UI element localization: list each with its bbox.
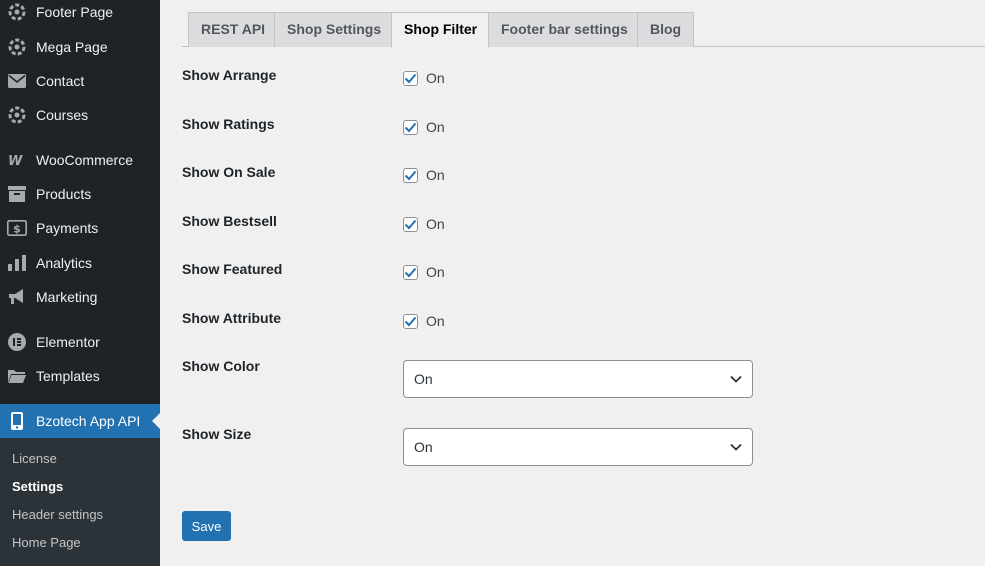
checkmark-icon: [404, 122, 417, 132]
select-value: On: [414, 439, 433, 455]
svg-text:W: W: [8, 154, 23, 167]
checkmark-icon: [404, 267, 417, 277]
checkbox-label: On: [426, 70, 445, 86]
mobile-phone-icon: [7, 411, 27, 431]
folder-icon: [7, 366, 27, 386]
menu-item-contact[interactable]: Contact: [0, 64, 160, 98]
menu-label: Payments: [36, 220, 99, 236]
checkbox-box[interactable]: [403, 119, 418, 135]
checkbox-box[interactable]: [403, 70, 418, 86]
settings-tabs: REST API Shop Settings Shop Filter Foote…: [182, 0, 985, 48]
menu-item-marketing[interactable]: Marketing: [0, 280, 160, 314]
menu-label: Footer Page: [36, 4, 114, 20]
menu-label: Elementor: [36, 334, 100, 350]
label-show-arrange: Show Arrange: [182, 67, 277, 83]
checkbox-box[interactable]: [403, 264, 418, 280]
gear-cluster-icon: [7, 37, 27, 57]
bar-chart-icon: [7, 253, 27, 273]
checkbox-label: On: [426, 119, 445, 135]
checkbox-show-featured[interactable]: On: [403, 264, 445, 280]
label-show-color: Show Color: [182, 358, 260, 374]
chevron-down-icon: [730, 443, 742, 451]
checkbox-label: On: [426, 216, 445, 232]
label-show-size: Show Size: [182, 426, 252, 442]
menu-item-mega-page[interactable]: Mega Page: [0, 30, 160, 64]
dollar-card-icon: $: [7, 218, 27, 238]
select-show-color[interactable]: On: [403, 360, 753, 398]
submenu-item-license[interactable]: License: [0, 445, 160, 473]
checkbox-box[interactable]: [403, 313, 418, 329]
menu-item-templates[interactable]: Templates: [0, 359, 160, 393]
menu-label: Bzotech App API: [36, 413, 141, 429]
select-show-size[interactable]: On: [403, 428, 753, 466]
checkbox-show-attribute[interactable]: On: [403, 313, 445, 329]
tab-shop-settings[interactable]: Shop Settings: [274, 12, 395, 47]
submenu-item-home-page[interactable]: Home Page: [0, 529, 160, 557]
envelope-icon: [7, 71, 27, 91]
checkbox-label: On: [426, 167, 445, 183]
tab-blog[interactable]: Blog: [637, 12, 695, 47]
admin-sidebar: Footer Page Mega Page Contact Courses W …: [0, 0, 160, 566]
checkbox-show-bestsell[interactable]: On: [403, 216, 445, 232]
submenu-bzotech-app-api: License Settings Header settings Home Pa…: [0, 438, 160, 566]
elementor-icon: [7, 332, 27, 352]
menu-label: WooCommerce: [36, 152, 133, 168]
menu-label: Courses: [36, 107, 89, 123]
menu-item-products[interactable]: Products: [0, 177, 160, 211]
checkbox-show-ratings[interactable]: On: [403, 119, 445, 135]
checkbox-box[interactable]: [403, 216, 418, 232]
label-show-on-sale: Show On Sale: [182, 164, 276, 180]
menu-label: Mega Page: [36, 39, 108, 55]
menu-label: Marketing: [36, 289, 98, 305]
menu-label: Contact: [36, 73, 85, 89]
menu-label: Templates: [36, 368, 100, 384]
menu-item-elementor[interactable]: Elementor: [0, 325, 160, 359]
gear-cluster-icon: [7, 2, 27, 22]
checkmark-icon: [404, 219, 417, 229]
menu-item-analytics[interactable]: Analytics: [0, 246, 160, 280]
checkmark-icon: [404, 316, 417, 326]
checkmark-icon: [404, 170, 417, 180]
checkbox-label: On: [426, 313, 445, 329]
label-show-ratings: Show Ratings: [182, 116, 275, 132]
svg-text:$: $: [13, 223, 21, 236]
woocommerce-icon: W: [7, 150, 27, 170]
gear-cluster-icon: [7, 105, 27, 125]
label-show-bestsell: Show Bestsell: [182, 213, 277, 229]
menu-item-footer-page[interactable]: Footer Page: [0, 0, 160, 29]
tab-shop-filter[interactable]: Shop Filter: [391, 12, 491, 48]
menu-item-woocommerce[interactable]: W WooCommerce: [0, 143, 160, 177]
archive-box-icon: [7, 184, 27, 204]
label-show-attribute: Show Attribute: [182, 310, 282, 326]
checkbox-box[interactable]: [403, 167, 418, 183]
menu-item-courses[interactable]: Courses: [0, 98, 160, 132]
tab-rest-api[interactable]: REST API: [188, 12, 279, 47]
megaphone-icon: [7, 287, 27, 307]
menu-label: Products: [36, 186, 92, 202]
chevron-down-icon: [730, 375, 742, 383]
tab-footer-bar-settings[interactable]: Footer bar settings: [488, 12, 641, 47]
checkbox-label: On: [426, 264, 445, 280]
menu-item-payments[interactable]: $ Payments: [0, 211, 160, 245]
menu-item-bzotech-app-api[interactable]: Bzotech App API: [0, 404, 160, 438]
select-value: On: [414, 371, 433, 387]
checkbox-show-arrange[interactable]: On: [403, 70, 445, 86]
submenu-item-header-settings[interactable]: Header settings: [0, 501, 160, 529]
checkbox-show-on-sale[interactable]: On: [403, 167, 445, 183]
label-show-featured: Show Featured: [182, 261, 283, 277]
checkmark-icon: [404, 73, 417, 83]
submenu-item-settings[interactable]: Settings: [0, 473, 160, 501]
menu-label: Analytics: [36, 255, 93, 271]
save-button[interactable]: Save: [182, 511, 231, 541]
